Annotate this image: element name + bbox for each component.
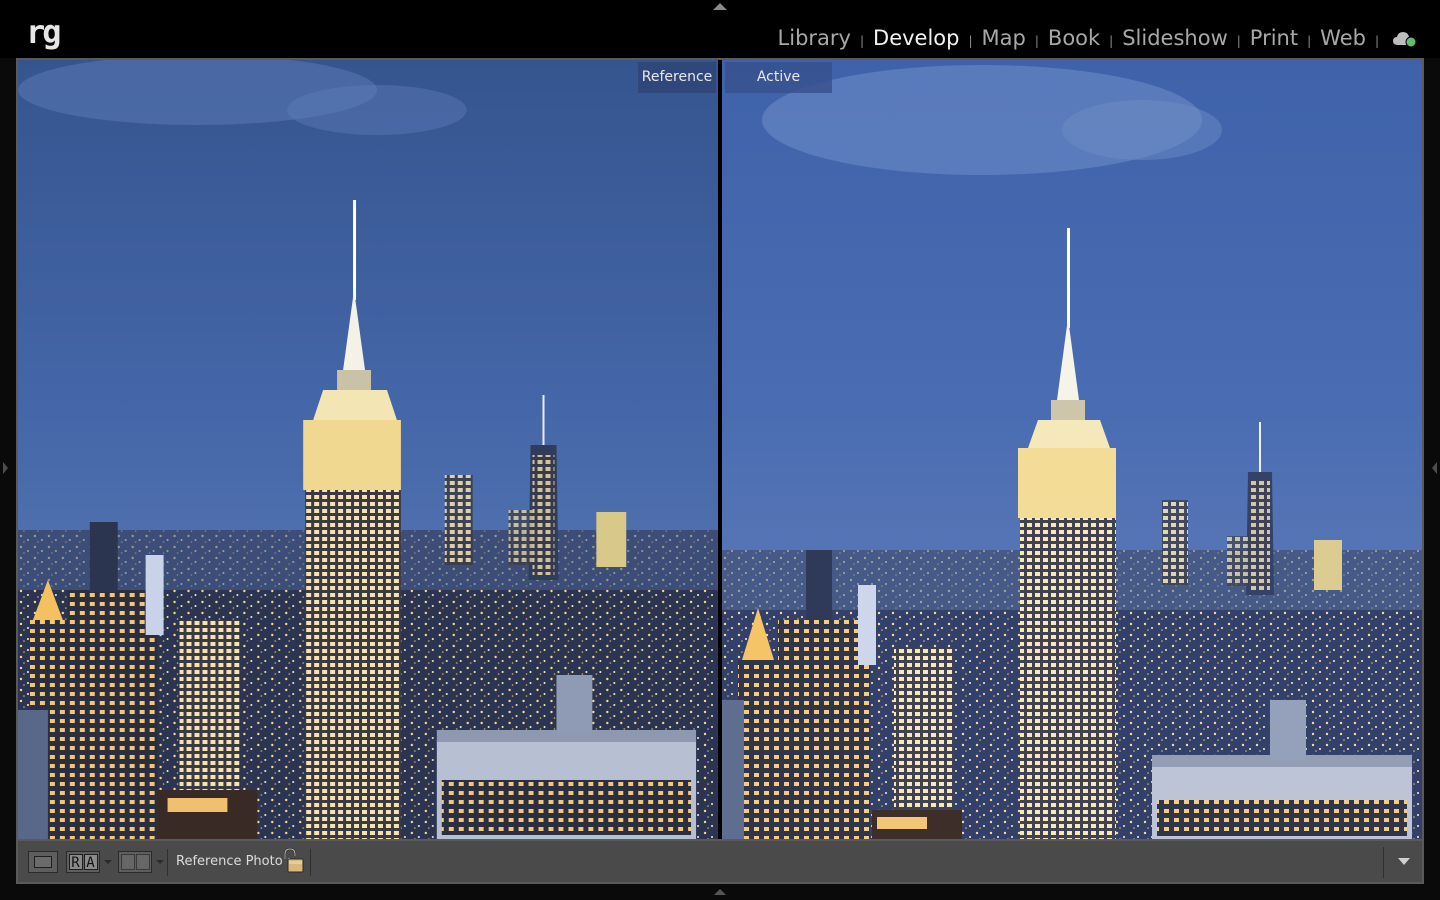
right-panel-collapse-arrow[interactable] (1432, 462, 1437, 474)
module-web[interactable]: Web (1320, 23, 1366, 53)
module-picker: Library | Develop | Map | Book | Slidesh… (778, 22, 1418, 54)
filmstrip-collapse-arrow[interactable] (714, 889, 726, 895)
module-separator: | (859, 34, 865, 48)
reference-photo-pane[interactable]: Reference (18, 60, 720, 839)
module-separator: | (968, 34, 973, 48)
develop-toolbar: R A Y Y Reference Photo : (16, 841, 1424, 884)
loupe-view-icon (34, 856, 52, 868)
cloud-sync-icon[interactable] (1392, 29, 1418, 49)
reference-view-button[interactable]: R A (66, 851, 100, 873)
compare-view: Reference Active (16, 58, 1424, 841)
module-separator: | (1236, 34, 1241, 48)
reference-photo-image (18, 60, 718, 839)
toolbar-divider (167, 849, 168, 876)
after-view-letter: Y (135, 854, 150, 871)
active-photo-pane[interactable]: Active (722, 60, 1422, 839)
before-view-letter: Y (120, 854, 135, 871)
module-print[interactable]: Print (1250, 23, 1298, 53)
module-library[interactable]: Library (778, 23, 851, 53)
toolbar-content-menu-arrow[interactable] (1398, 858, 1410, 865)
module-bar: rg Library | Develop | Map | Book | Slid… (0, 0, 1440, 58)
reference-photo-label: Reference Photo : (176, 854, 292, 869)
module-separator: | (1307, 34, 1312, 48)
toolbar-divider (1383, 847, 1384, 878)
module-develop[interactable]: Develop (873, 23, 959, 53)
active-label: Active (725, 62, 832, 93)
reference-label: Reference (638, 62, 716, 93)
reference-view-dropdown-caret[interactable] (104, 860, 112, 864)
module-separator: | (1374, 34, 1379, 48)
padlock-unlocked-icon[interactable] (280, 847, 306, 875)
module-book[interactable]: Book (1048, 23, 1100, 53)
module-separator: | (1034, 34, 1039, 48)
identity-plate-logo: rg (26, 13, 61, 51)
toolbar-divider (310, 849, 311, 876)
module-separator: | (1109, 34, 1114, 48)
module-map[interactable]: Map (982, 23, 1026, 53)
before-after-dropdown-caret[interactable] (156, 860, 164, 864)
active-photo-image (722, 60, 1422, 839)
reference-view-letter: R (68, 854, 83, 871)
before-after-view-button[interactable]: Y Y (118, 851, 152, 873)
active-view-letter: A (83, 854, 98, 871)
module-slideshow[interactable]: Slideshow (1122, 23, 1228, 53)
left-panel-collapse-arrow[interactable] (3, 462, 8, 474)
lightroom-window: rg Library | Develop | Map | Book | Slid… (0, 0, 1440, 900)
loupe-view-button[interactable] (28, 851, 58, 873)
top-panel-collapse-arrow[interactable] (713, 3, 727, 10)
